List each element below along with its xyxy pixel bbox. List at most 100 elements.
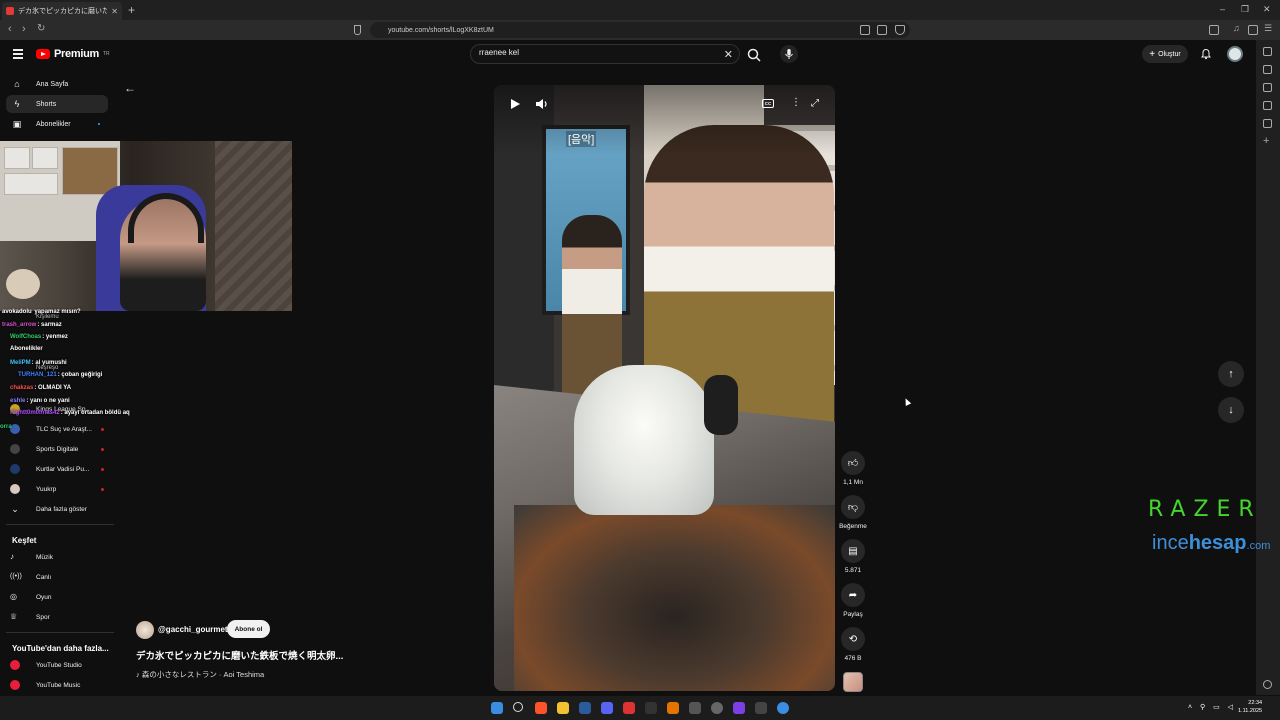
minimize-window-button[interactable]: – [1220,4,1225,14]
volume-icon[interactable] [535,97,549,111]
live-dot [101,427,104,431]
app-icon[interactable] [689,702,701,714]
sidebar-settings-icon[interactable] [1263,680,1272,689]
next-short-button[interactable]: ↓ [1218,397,1244,423]
bookmark-icon[interactable] [354,25,361,35]
account-avatar[interactable] [1227,46,1243,62]
notifications-bell-icon[interactable] [1200,48,1212,60]
app-icon[interactable] [777,702,789,714]
sidebar-item-youtube-studio[interactable]: YouTube Studio [10,656,110,674]
subscription-item[interactable]: TLC Suç ve Araşt... [10,420,110,438]
chatgpt-icon[interactable] [711,702,723,714]
browser-sidebar: + [1256,40,1280,695]
back-button[interactable]: ‹ [8,23,12,35]
previous-short-button[interactable]: ↑ [1218,361,1244,387]
extensions-icon[interactable] [1248,25,1258,35]
voice-search-button[interactable] [780,45,798,63]
close-tab-icon[interactable]: ✕ [111,7,118,16]
live-dot [101,487,104,491]
windows-start-icon[interactable] [491,702,503,714]
sound-thumbnail[interactable] [843,672,863,692]
subscription-item[interactable]: Kurtlar Vadisi Pu... [10,460,110,478]
share-icon: ➦ [848,589,858,601]
obs-icon[interactable] [733,702,745,714]
steam-icon[interactable] [579,702,591,714]
close-window-button[interactable]: ✕ [1263,4,1271,15]
sidebar-toggle-icon[interactable] [1209,25,1219,35]
video-music[interactable]: ♪ 森の小さなレストラン · Aoi Teshima [136,669,264,680]
discord-icon[interactable] [601,702,613,714]
share-page-icon[interactable] [877,25,887,35]
browser-tab[interactable]: デカ氷でピッカピカに磨いた鉄板で焼い ✕ [2,2,122,20]
search-icon[interactable] [746,47,762,63]
show-more-button[interactable]: ⌄ Daha fazla göster [10,500,110,518]
sidebar-bookmarks-icon[interactable] [1263,65,1272,74]
remix-button[interactable]: ⟲ [841,627,865,651]
app-icon[interactable] [755,702,767,714]
more-options-icon[interactable]: ⋮ [791,98,801,108]
remix-count: 476 B [844,655,862,662]
comments-button[interactable]: ▤ [841,539,865,563]
taskbar-clock[interactable]: 22:34 1.11.2025 [1238,699,1262,715]
address-bar[interactable]: youtube.com/shorts/lLogXK8ztUM [370,22,910,38]
subscribe-button[interactable]: Abone ol [227,620,270,638]
sidebar-item-sports[interactable]: ♕ Spor [10,608,110,626]
sidebar-item-label: Abonelikler [36,120,71,128]
like-button[interactable]: 👍︎ [841,451,865,475]
shield-icon[interactable] [895,25,905,35]
sidebar-add-icon[interactable]: + [1263,136,1272,147]
divider [6,524,114,525]
expand-icon[interactable]: ⤢ [811,98,823,110]
brave-browser-icon[interactable] [535,702,547,714]
microphone-icon [785,49,793,59]
sidebar-reading-icon[interactable] [1263,119,1272,128]
youtube-music-icon [10,680,20,690]
sidebar-item-live[interactable]: ((•)) Canlı [10,568,110,586]
sidebar-item-home[interactable]: ⌂ Ana Sayfa [6,75,108,93]
forward-button[interactable]: › [22,23,26,35]
system-tray[interactable]: ˄ ⚲ ▭ ◁ [1188,703,1236,711]
sidebar-item-shorts[interactable]: ϟ Shorts [6,95,108,113]
sidebar-ai-icon[interactable] [1263,47,1272,56]
app-icon[interactable] [623,702,635,714]
gaming-icon: ◎ [10,592,17,601]
sidebar-item-music[interactable]: ♪ Müzik [10,548,110,566]
youtube-favicon-icon [6,7,14,15]
youtube-play-logo-icon [36,49,50,59]
subscription-item[interactable]: Yuukrp [10,480,110,498]
epic-games-icon[interactable] [645,702,657,714]
subscription-label: Yuukrp [36,485,57,493]
shorts-video-player[interactable] [494,85,835,691]
app-icon[interactable] [667,702,679,714]
cast-icon[interactable] [860,25,870,35]
sidebar-item-youtube-music[interactable]: YouTube Music [10,676,110,694]
iron-griddle [514,505,835,691]
menu-icon[interactable]: ☰ [1264,23,1274,33]
restore-window-button[interactable]: ❐ [1241,4,1249,15]
youtube-premium-logo[interactable]: Premium TR [36,48,110,60]
hamburger-menu-icon[interactable] [13,49,23,61]
captions-icon[interactable]: CC [762,99,774,108]
sidebar-item-subscriptions[interactable]: ▣ Abonelikler [6,115,108,133]
sidebar-item-label: Oyun [36,593,52,601]
create-button[interactable]: + Oluştur [1142,45,1188,63]
play-icon[interactable] [509,98,521,110]
back-arrow-icon[interactable]: ← [124,81,136,95]
music-note-icon[interactable]: ♫ [1233,23,1243,33]
new-tab-button[interactable]: + [128,3,135,17]
clear-search-icon[interactable]: ✕ [724,48,733,61]
search-taskbar-icon[interactable] [513,702,523,712]
search-input[interactable] [479,48,709,57]
channel-avatar[interactable] [136,621,154,639]
sidebar-item-gaming[interactable]: ◎ Oyun [10,588,110,606]
dislike-button[interactable]: 👎︎ [841,495,865,519]
sidebar-history-icon[interactable] [1263,101,1272,110]
reload-button[interactable]: ↻ [37,23,45,34]
share-button[interactable]: ➦ [841,583,865,607]
video-title[interactable]: デカ氷でピッカピカに磨いた鉄板で焼く明太卵... [136,648,343,662]
subscription-item[interactable]: Sports Digitale [10,440,110,458]
chevron-down-icon: ⌄ [11,504,19,514]
sidebar-wallet-icon[interactable] [1263,83,1272,92]
channel-name[interactable]: @gacchi_gourmet [158,625,228,634]
file-explorer-icon[interactable] [557,702,569,714]
